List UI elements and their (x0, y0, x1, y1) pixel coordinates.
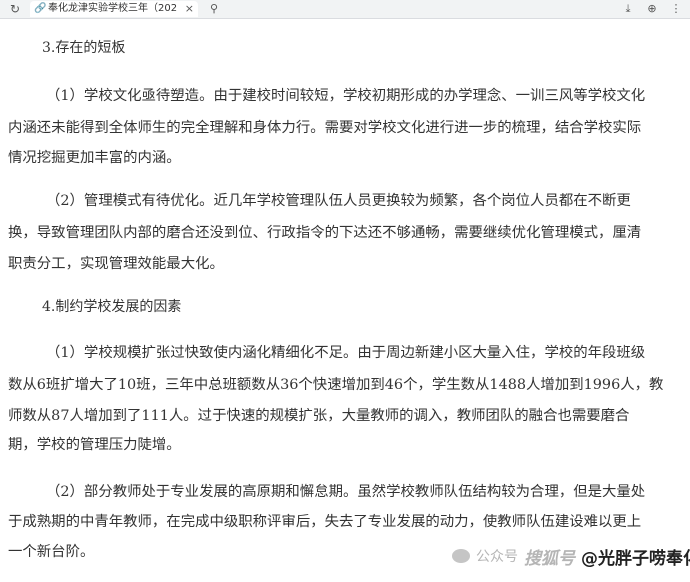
browser-toolbar-right: ⤓ ⊕ ⋮ (620, 1, 684, 17)
globe-icon[interactable]: ⊕ (644, 1, 660, 17)
text-line: 师数从87人增加到了111人。过于快速的规模扩张，大量教师的调入，教师团队的融合… (8, 408, 630, 424)
section-heading-3: 3.存在的短板 (42, 40, 126, 56)
text-line: （1）学校文化亟待塑造。由于建校时间较短，学校初期形成的办学理念、一训三风等学校… (46, 88, 646, 104)
section-heading-4: 4.制约学校发展的因素 (42, 299, 182, 315)
watermark-platform: 公众号 (476, 549, 518, 565)
watermark: 公众号 搜狐号 @光胖子唠奉化 (452, 540, 690, 572)
text-line: 情况挖掘更加丰富的内涵。 (8, 150, 181, 166)
text-line: 数从6班扩增大了10班，三年中总班额数从36个快速增加到46个，学生数从1488… (8, 377, 664, 393)
wechat-icon (452, 549, 470, 563)
text-line: 换，导致管理团队内部的磨合还没到位、行政指令的下达还不够通畅，需要继续优化管理模… (8, 225, 642, 241)
text-line: （2）部分教师处于专业发展的高原期和懈怠期。虽然学校教师队伍结构较为合理，但是大… (46, 484, 646, 500)
link-icon: 🔗 (34, 3, 47, 14)
download-icon[interactable]: ⤓ (620, 1, 636, 17)
text-line: （2）管理模式有待优化。近几年学校管理队伍人员更换较为频繁，各个岗位人员都在不断… (46, 193, 631, 209)
watermark-handle: 搜狐号 (524, 548, 575, 569)
text-line: 内涵还未能得到全体师生的完全理解和身体力行。需要对学校文化进行进一步的梳理，结合… (8, 120, 642, 136)
browser-tab-bar: ↻ 🔗 奉化龙津实验学校三年（202 × ⚲ ⤓ ⊕ ⋮ (0, 0, 690, 19)
tab-title: 奉化龙津实验学校三年（202 (48, 3, 178, 14)
text-line: 于成熟期的中青年教师，在完成中级职称评审后，失去了专业发展的动力，使教师队伍建设… (8, 514, 642, 530)
more-options-icon[interactable]: ⋮ (668, 1, 684, 17)
search-icon[interactable]: ⚲ (206, 1, 222, 17)
reload-icon[interactable]: ↻ (7, 1, 23, 17)
text-line: 期，学校的管理压力陡增。 (8, 437, 181, 453)
text-line: （1）学校规模扩张过快致使内涵化精细化不足。由于周边新建小区大量入住，学校的年段… (46, 345, 646, 361)
watermark-name: @光胖子唠奉化 (581, 543, 690, 569)
text-line: 职责分工，实现管理效能最大化。 (8, 256, 224, 272)
close-icon[interactable]: × (185, 1, 194, 17)
browser-tab[interactable]: 🔗 奉化龙津实验学校三年（202 × (30, 1, 198, 17)
